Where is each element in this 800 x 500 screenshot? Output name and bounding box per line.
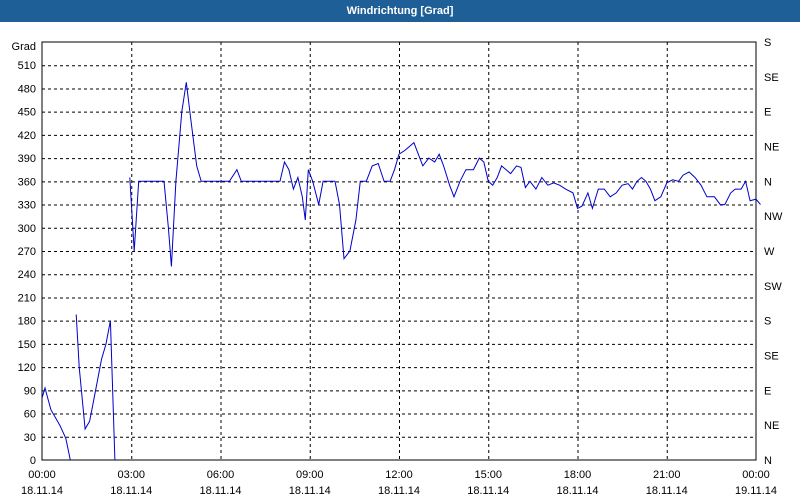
right-tick-label-12: S [764, 37, 771, 49]
x-tick-date-3: 18.11.14 [289, 485, 331, 497]
y-tick-label-15: 450 [18, 107, 36, 119]
y-tick-label-12: 360 [18, 176, 36, 188]
y-axis-label: Grad [12, 41, 36, 53]
x-tick-time-0: 00:00 [28, 469, 56, 481]
y-tick-label-10: 300 [18, 223, 36, 235]
window-title-bar: Windrichtung [Grad] [0, 0, 800, 22]
x-tick-date-2: 18.11.14 [199, 485, 241, 497]
x-tick-time-4: 12:00 [385, 469, 413, 481]
x-tick-time-2: 06:00 [207, 469, 235, 481]
y-tick-label-17: 510 [18, 60, 36, 72]
wind-direction-chart: 0 30 60 90 120 150 180 210 240 270 300 330 360 390 420… [12, 37, 783, 497]
x-tick-date-6: 18.11.14 [556, 485, 598, 497]
right-tick-label-5: SW [764, 281, 782, 293]
right-tick-label-11: SE [764, 72, 779, 84]
x-tick-time-1: 03:00 [117, 469, 145, 481]
y-tick-label-16: 480 [18, 83, 36, 95]
y-tick-label-11: 330 [18, 200, 36, 212]
x-tick-time-8: 00:00 [742, 469, 770, 481]
x-tick-date-8: 19.11.14 [735, 485, 777, 497]
x-tick-date-4: 18.11.14 [378, 485, 420, 497]
y-tick-label-0: 0 [30, 455, 36, 467]
y-tick-label-5: 150 [18, 339, 36, 351]
y-tick-label-1: 30 [24, 432, 36, 444]
y-tick-label-13: 390 [18, 153, 36, 165]
y-tick-label-4: 120 [18, 362, 36, 374]
y-tick-label-2: 60 [24, 409, 36, 421]
window-title: Windrichtung [Grad] [346, 5, 454, 17]
right-tick-label-10: E [764, 107, 771, 119]
y-tick-label-7: 210 [18, 292, 36, 304]
right-tick-label-2: E [764, 385, 771, 397]
y-tick-label-6: 180 [18, 316, 36, 328]
right-tick-label-0: N [764, 455, 772, 467]
right-tick-label-3: SE [764, 351, 779, 363]
y-tick-label-14: 420 [18, 130, 36, 142]
x-tick-date-5: 18.11.14 [467, 485, 509, 497]
x-tick-time-3: 09:00 [296, 469, 324, 481]
x-tick-date-7: 18.11.14 [646, 485, 688, 497]
x-tick-date-0: 18.11.14 [21, 485, 63, 497]
chart-window: Windrichtung [Grad] 0 30 60 90 120 150 180 210 2… [0, 0, 800, 500]
right-tick-label-1: NE [764, 420, 779, 432]
x-tick-time-6: 18:00 [564, 469, 592, 481]
right-tick-label-6: W [764, 246, 775, 258]
x-tick-date-1: 18.11.14 [110, 485, 152, 497]
right-tick-label-9: NE [764, 142, 779, 154]
right-tick-label-7: NW [764, 211, 783, 223]
y-tick-label-9: 270 [18, 246, 36, 258]
x-tick-time-7: 21:00 [653, 469, 681, 481]
right-tick-label-4: S [764, 316, 771, 328]
y-tick-label-8: 240 [18, 269, 36, 281]
y-tick-label-3: 90 [24, 385, 36, 397]
right-tick-label-8: N [764, 176, 772, 188]
x-tick-time-5: 15:00 [474, 469, 502, 481]
